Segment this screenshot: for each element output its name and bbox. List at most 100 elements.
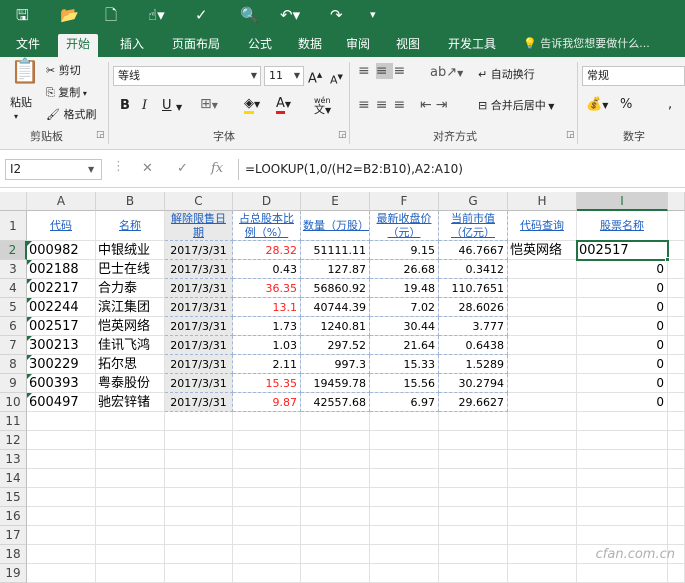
table-cell[interactable]: 驰宏锌锗	[96, 393, 165, 412]
preview-icon[interactable]: 🔍	[240, 5, 259, 25]
grid-cell[interactable]	[668, 564, 685, 583]
grid-cell[interactable]	[96, 469, 165, 488]
table-cell[interactable]: 600393	[27, 374, 96, 393]
grid-cell[interactable]	[96, 564, 165, 583]
fill-handle[interactable]	[665, 257, 670, 262]
grid-cell[interactable]	[668, 260, 685, 279]
grid-cell[interactable]	[370, 488, 439, 507]
row-header-4[interactable]: 4	[0, 279, 27, 298]
column-header-j[interactable]	[668, 192, 685, 211]
column-header-g[interactable]: G	[439, 192, 508, 211]
grid-cell[interactable]	[577, 412, 668, 431]
grid-cell[interactable]	[370, 412, 439, 431]
grid-cell[interactable]	[577, 564, 668, 583]
save-icon[interactable]: 🖫	[16, 5, 29, 25]
table-cell[interactable]: 15.56	[370, 374, 439, 393]
tab-view[interactable]: 视图	[388, 34, 428, 57]
row-header-13[interactable]: 13	[0, 450, 27, 469]
fill-color-icon[interactable]: ◈▼	[244, 97, 260, 112]
row-header-6[interactable]: 6	[0, 317, 27, 336]
lookup-result-cell[interactable]: 0	[577, 260, 668, 279]
paste-dropdown-icon[interactable]: ▾	[14, 110, 18, 124]
grid-cell[interactable]	[508, 450, 577, 469]
table-cell[interactable]: 997.3	[301, 355, 370, 374]
table-cell[interactable]: 粤泰股份	[96, 374, 165, 393]
horizontal-align-icons[interactable]: ≡≡≡	[358, 98, 411, 112]
table-cell[interactable]: 15.33	[370, 355, 439, 374]
grid-cell[interactable]	[508, 488, 577, 507]
grid-cell[interactable]	[439, 488, 508, 507]
tab-insert[interactable]: 插入	[112, 34, 152, 57]
lookup-result-cell[interactable]: 0	[577, 355, 668, 374]
tab-review[interactable]: 审阅	[338, 34, 378, 57]
table-cell[interactable]: 中银绒业	[96, 241, 165, 260]
font-size-select[interactable]: 11▼	[264, 66, 304, 86]
cut-button[interactable]: ✂ 剪切	[46, 64, 81, 78]
grid-cell[interactable]	[233, 564, 301, 583]
grid-cell[interactable]	[301, 564, 370, 583]
table-cell[interactable]: 26.68	[370, 260, 439, 279]
grid-cell[interactable]	[370, 469, 439, 488]
grid-cell[interactable]	[370, 431, 439, 450]
grid-cell[interactable]	[668, 488, 685, 507]
table-cell[interactable]: 合力泰	[96, 279, 165, 298]
header-cell[interactable]: 占总股本比例（%）	[233, 211, 301, 241]
grid-cell[interactable]	[233, 431, 301, 450]
grid-cell[interactable]	[301, 526, 370, 545]
table-cell[interactable]: 1.5289	[439, 355, 508, 374]
grid-cell[interactable]	[668, 412, 685, 431]
grid-cell[interactable]	[668, 241, 685, 260]
table-cell[interactable]: 127.87	[301, 260, 370, 279]
italic-button[interactable]: I	[142, 99, 147, 113]
dialog-launcher-icon[interactable]: ◲	[338, 128, 347, 142]
grid-cell[interactable]	[668, 469, 685, 488]
table-cell[interactable]: 297.52	[301, 336, 370, 355]
comma-icon[interactable]: ,	[668, 98, 672, 112]
grid-cell[interactable]	[508, 545, 577, 564]
grid-cell[interactable]	[165, 412, 233, 431]
tell-me-box[interactable]: 💡 告诉我您想要做什么...	[515, 34, 658, 57]
grid-cell[interactable]	[165, 545, 233, 564]
grid-cell[interactable]	[577, 526, 668, 545]
table-cell[interactable]: 0.43	[233, 260, 301, 279]
tab-file[interactable]: 文件	[8, 34, 48, 57]
row-header-19[interactable]: 19	[0, 564, 27, 583]
header-cell[interactable]: 解除限售日期	[165, 211, 233, 241]
table-cell[interactable]: 拓尔思	[96, 355, 165, 374]
grid-cell[interactable]	[439, 450, 508, 469]
grid-cell[interactable]	[27, 450, 96, 469]
enter-icon[interactable]: ✓	[177, 161, 188, 176]
phonetic-icon[interactable]: wén文▼	[314, 96, 331, 115]
grid-cell[interactable]	[165, 469, 233, 488]
grid-cell[interactable]	[165, 450, 233, 469]
table-cell[interactable]: 1240.81	[301, 317, 370, 336]
number-format-select[interactable]: 常规	[582, 66, 685, 86]
table-cell[interactable]: 21.64	[370, 336, 439, 355]
table-cell[interactable]: 0.3412	[439, 260, 508, 279]
grid-cell[interactable]	[96, 507, 165, 526]
header-cell[interactable]: 代码查询	[508, 211, 577, 241]
table-cell[interactable]: 3.777	[439, 317, 508, 336]
grid-cell[interactable]	[96, 431, 165, 450]
grid-cell[interactable]	[233, 545, 301, 564]
grid-cell[interactable]	[508, 507, 577, 526]
wrap-text-button[interactable]: ↵ 自动换行	[478, 68, 535, 82]
chevron-down-icon[interactable]: ▼	[88, 163, 94, 177]
table-cell[interactable]: 000982	[27, 241, 96, 260]
column-header-h[interactable]: H	[508, 192, 577, 211]
row-header-1[interactable]: 1	[0, 211, 27, 241]
row-header-7[interactable]: 7	[0, 336, 27, 355]
percent-button[interactable]: %	[620, 98, 632, 112]
row-header-17[interactable]: 17	[0, 526, 27, 545]
formula-input[interactable]: =LOOKUP(1,0/(H2=B2:B10),A2:A10)	[238, 159, 685, 180]
grid-cell[interactable]	[233, 526, 301, 545]
column-header-e[interactable]: E	[301, 192, 370, 211]
grid-cell[interactable]	[96, 545, 165, 564]
grid-cell[interactable]	[233, 488, 301, 507]
table-cell[interactable]: 1.03	[233, 336, 301, 355]
table-cell[interactable]: 002217	[27, 279, 96, 298]
table-cell[interactable]: 2017/3/31	[165, 279, 233, 298]
table-cell[interactable]: 002517	[27, 317, 96, 336]
lookup-result-cell[interactable]: 0	[577, 279, 668, 298]
table-cell[interactable]: 9.87	[233, 393, 301, 412]
